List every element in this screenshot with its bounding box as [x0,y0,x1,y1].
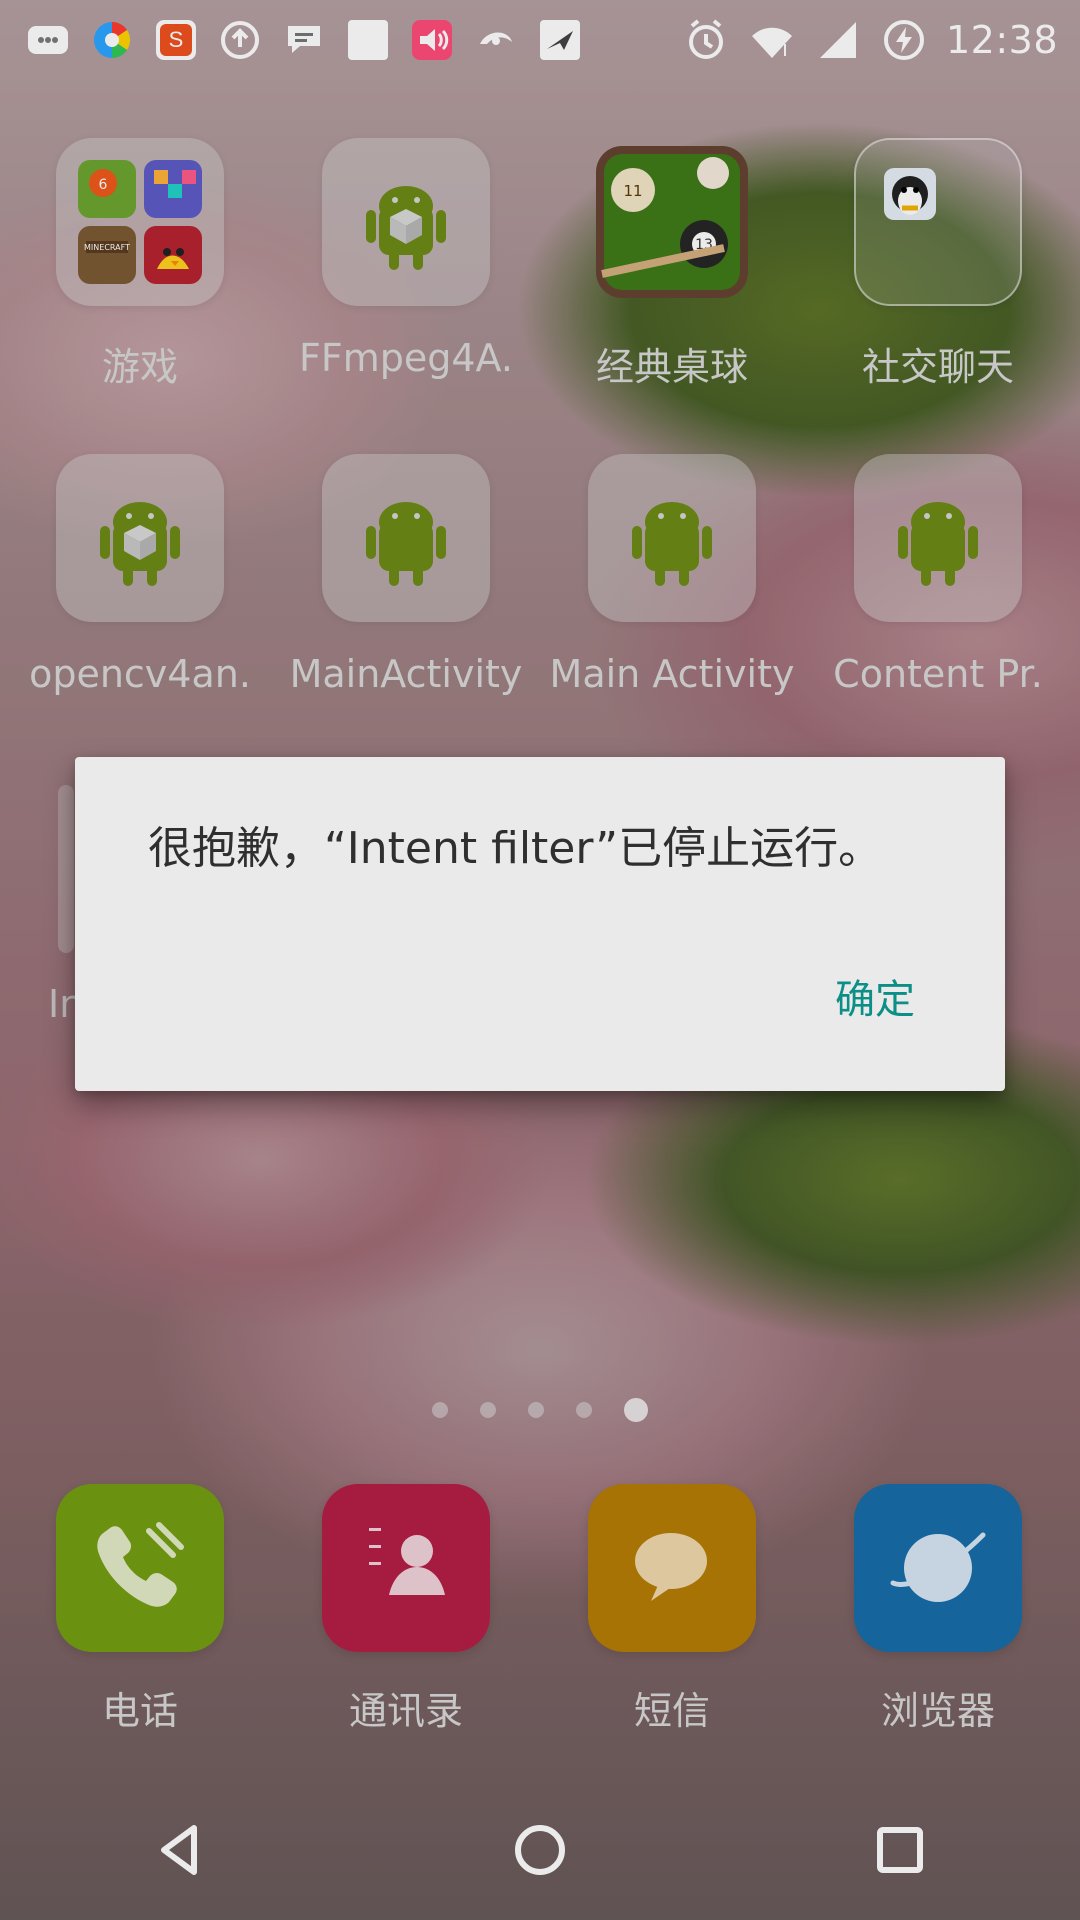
ok-button[interactable]: 确定 [835,967,915,1025]
dialog-message: 很抱歉，“Intent filter”已停止运行。 [148,823,883,874]
error-dialog: 很抱歉，“Intent filter”已停止运行。 确定 [75,757,1005,1091]
